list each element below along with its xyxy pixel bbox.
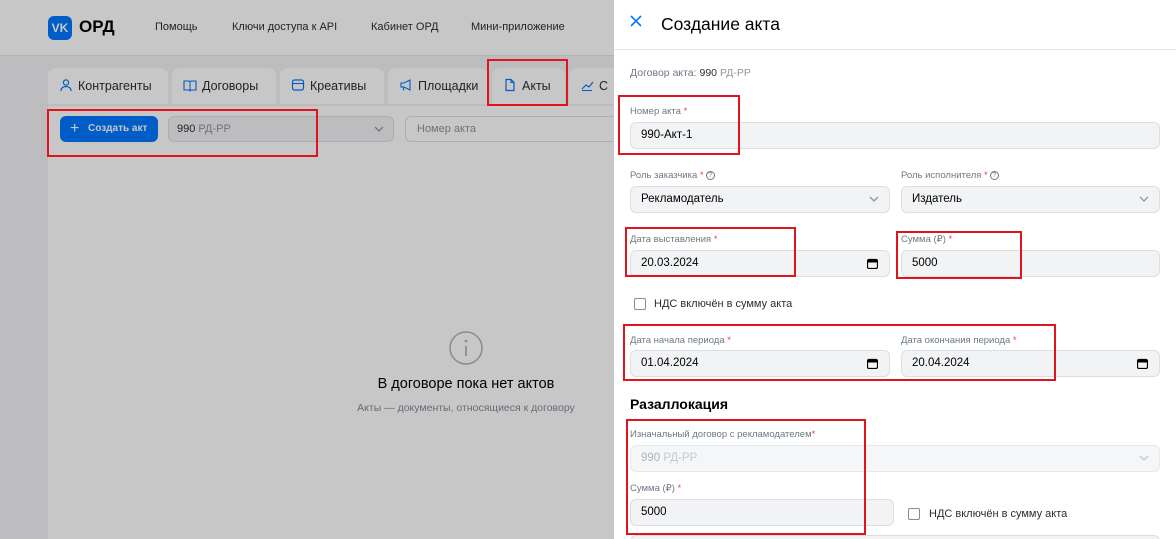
highlight-reallocation <box>626 419 866 535</box>
reallocation-vat-label: НДС включён в сумму акта <box>929 508 1068 520</box>
chevron-down-icon <box>869 196 879 202</box>
customer-role-label: Роль заказчика *? <box>630 170 715 181</box>
highlight-amount <box>896 231 1022 279</box>
customer-role-value: Рекламодатель <box>641 193 724 205</box>
contract-prefix: Договор акта: <box>630 67 697 79</box>
help-icon: ? <box>989 170 999 180</box>
act-contract-info: Договор акта: 990 РД-РР <box>630 67 751 79</box>
calendar-icon[interactable] <box>867 258 878 269</box>
help-icon: ? <box>705 170 715 180</box>
reallocation-vat-checkbox[interactable] <box>908 508 920 520</box>
executor-role-label: Роль исполнителя *? <box>901 170 999 181</box>
next-field[interactable] <box>630 535 1160 539</box>
highlight-act-number <box>618 95 740 155</box>
highlight-acts-tab <box>487 59 568 106</box>
reallocation-title: Разаллокация <box>630 396 728 412</box>
chevron-down-icon <box>1139 455 1149 461</box>
highlight-period <box>623 324 1056 381</box>
vat-checkbox-label: НДС включён в сумму акта <box>654 298 793 310</box>
highlight-create-controls <box>47 109 318 157</box>
highlight-issue-date <box>625 227 796 277</box>
customer-role-select[interactable]: Рекламодатель <box>630 186 890 213</box>
calendar-icon[interactable] <box>1137 358 1148 369</box>
close-icon[interactable] <box>628 13 644 29</box>
contract-suffix: РД-РР <box>719 67 751 79</box>
executor-role-select[interactable]: Издатель <box>901 186 1160 213</box>
chevron-down-icon <box>1139 196 1149 202</box>
executor-role-value: Издатель <box>912 193 962 205</box>
modal-title: Создание акта <box>661 14 780 34</box>
contract-number: 990 <box>699 67 718 79</box>
vat-checkbox[interactable] <box>634 298 646 310</box>
modal-header: Создание акта <box>614 0 1176 50</box>
